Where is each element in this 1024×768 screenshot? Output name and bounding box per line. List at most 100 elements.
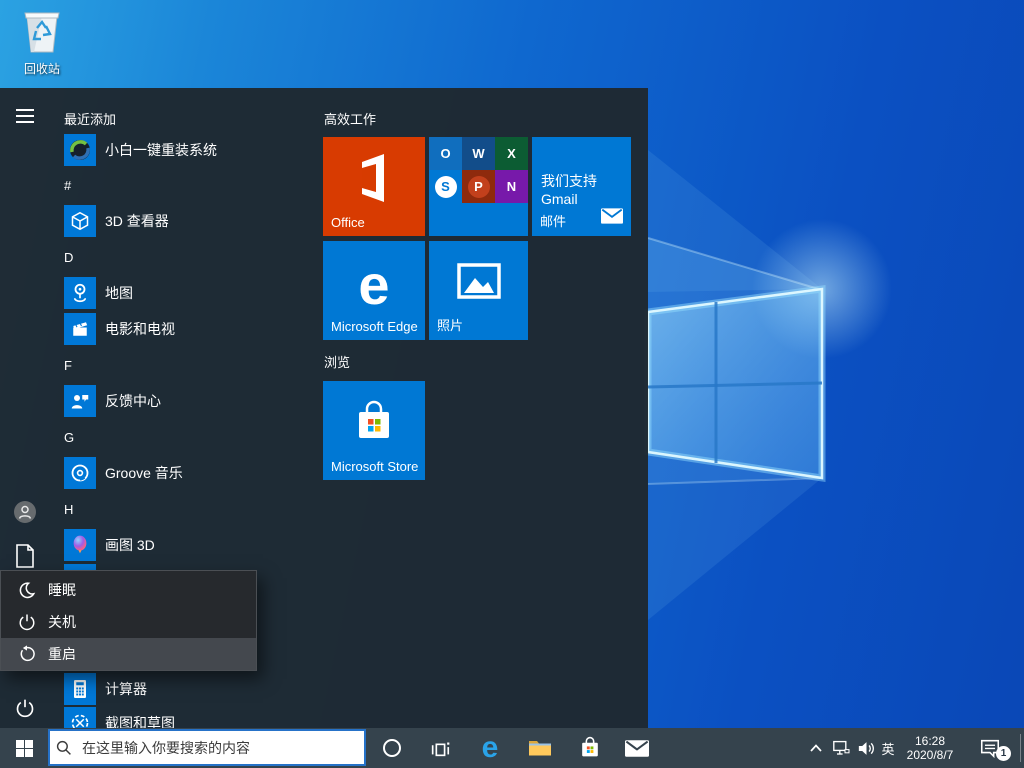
taskbar-clock[interactable]: 16:28 2020/8/7 — [900, 728, 960, 768]
word-icon: W — [462, 137, 495, 170]
user-account-button[interactable] — [12, 499, 38, 525]
chevron-up-icon — [809, 743, 823, 753]
section-hash[interactable]: # — [64, 176, 71, 194]
recently-added-header: 最近添加 — [64, 109, 116, 128]
tile-label: Microsoft Edge — [331, 319, 418, 334]
group-header-explore: 浏览 — [324, 352, 350, 371]
documents-button[interactable] — [12, 543, 38, 569]
task-view-button[interactable] — [420, 728, 460, 768]
app-item-calculator[interactable]: 计算器 — [64, 673, 314, 705]
outlook-icon: O — [429, 137, 462, 170]
tile-office-suite[interactable]: O W X S P N — [429, 137, 528, 236]
section-d[interactable]: D — [64, 248, 73, 266]
recycle-bin[interactable]: 回收站 — [10, 6, 74, 77]
mail-envelope-icon — [601, 208, 623, 229]
cortana-icon — [382, 738, 402, 758]
speaker-icon — [857, 740, 876, 757]
power-flyout-menu: 睡眠 关机 重启 — [0, 570, 257, 671]
taskbar: e — [0, 728, 1024, 768]
tile-label: 邮件 — [540, 211, 566, 230]
user-avatar-icon — [13, 500, 37, 524]
cortana-button[interactable] — [372, 728, 412, 768]
app-item-movies-tv[interactable]: 电影和电视 — [64, 313, 314, 345]
app-item-label: 计算器 — [105, 679, 147, 699]
3d-viewer-icon — [64, 205, 96, 237]
clock-time: 16:28 — [915, 734, 945, 748]
tile-store[interactable]: Microsoft Store — [323, 381, 425, 480]
tile-mail[interactable]: 我们支持 Gmail 邮件 — [532, 137, 631, 236]
start-button[interactable] — [0, 728, 48, 768]
hamburger-icon — [16, 109, 34, 123]
power-button[interactable] — [12, 695, 38, 721]
search-input[interactable] — [80, 739, 358, 757]
tile-edge[interactable]: e Microsoft Edge — [323, 241, 425, 340]
document-icon — [15, 544, 35, 568]
power-menu-label: 睡眠 — [48, 580, 76, 600]
task-view-icon — [429, 737, 451, 759]
app-item-label: 3D 查看器 — [105, 211, 169, 231]
clock-date: 2020/8/7 — [907, 748, 954, 762]
powerpoint-icon: P — [462, 170, 495, 203]
mail-icon — [625, 740, 649, 757]
network-ethernet-icon — [832, 740, 850, 756]
power-menu-label: 重启 — [48, 644, 76, 664]
tile-photos[interactable]: 照片 — [429, 241, 528, 340]
onenote-icon: N — [495, 170, 528, 203]
app-item-groove[interactable]: Groove 音乐 — [64, 457, 314, 489]
app-item-label: 反馈中心 — [105, 391, 161, 411]
volume-tray-button[interactable] — [854, 728, 878, 768]
tile-label: 照片 — [437, 315, 463, 334]
app-item-label: Groove 音乐 — [105, 463, 183, 483]
excel-icon: X — [495, 137, 528, 170]
app-item-xiaobai[interactable]: 小白一键重装系统 — [64, 134, 314, 166]
search-icon — [56, 740, 72, 756]
office-logo-icon — [323, 152, 425, 204]
movies-tv-icon — [64, 313, 96, 345]
show-desktop-button[interactable] — [1020, 734, 1021, 762]
start-menu: 最近添加 小白一键重装系统 # 3D 查看器 D 地图 电影和电视 — [0, 88, 648, 728]
file-explorer-icon — [528, 738, 552, 758]
tile-office[interactable]: Office — [323, 137, 425, 236]
edge-taskbar-button[interactable]: e — [470, 728, 510, 768]
mail-live-text: 我们支持 Gmail — [541, 171, 631, 207]
network-tray-button[interactable] — [829, 728, 853, 768]
app-item-label: 截图和草图 — [105, 713, 175, 728]
edge-icon: e — [482, 733, 499, 763]
file-explorer-button[interactable] — [520, 728, 560, 768]
office-suite-icons: O W X S P N — [429, 137, 528, 203]
calculator-icon — [64, 673, 96, 705]
recycle-bin-icon — [19, 6, 65, 56]
app-item-3d-viewer[interactable]: 3D 查看器 — [64, 205, 314, 237]
power-menu-sleep[interactable]: 睡眠 — [1, 574, 256, 606]
shutdown-power-icon — [18, 613, 36, 631]
app-item-feedback-hub[interactable]: 反馈中心 — [64, 385, 314, 417]
app-item-label: 画图 3D — [105, 535, 155, 555]
section-g[interactable]: G — [64, 428, 74, 446]
mail-taskbar-button[interactable] — [617, 728, 657, 768]
windows-logo-icon — [16, 740, 33, 757]
paint-3d-icon — [64, 529, 96, 561]
store-icon — [323, 399, 425, 445]
section-f[interactable]: F — [64, 356, 72, 374]
feedback-hub-icon — [64, 385, 96, 417]
store-taskbar-button[interactable] — [570, 728, 610, 768]
language-indicator[interactable]: 英 — [876, 728, 900, 768]
tray-chevron-button[interactable] — [804, 728, 828, 768]
section-h[interactable]: H — [64, 500, 73, 518]
menu-hamburger-button[interactable] — [12, 103, 38, 129]
power-menu-shutdown[interactable]: 关机 — [1, 606, 256, 638]
app-item-maps[interactable]: 地图 — [64, 277, 314, 309]
group-header-productivity: 高效工作 — [324, 109, 376, 128]
tile-label: Office — [331, 215, 365, 230]
store-taskbar-icon — [578, 735, 602, 761]
app-item-paint-3d[interactable]: 画图 3D — [64, 529, 314, 561]
taskbar-search-box[interactable] — [48, 729, 366, 766]
restart-icon — [18, 645, 36, 663]
power-menu-restart[interactable]: 重启 — [1, 638, 256, 670]
recycle-bin-label: 回收站 — [10, 60, 74, 77]
app-item-snip-sketch[interactable]: 截图和草图 — [64, 707, 314, 728]
app-item-label: 小白一键重装系统 — [105, 140, 217, 160]
power-menu-label: 关机 — [48, 612, 76, 632]
xiaobai-reinstall-icon — [64, 134, 96, 166]
edge-logo-icon: e — [323, 255, 425, 315]
